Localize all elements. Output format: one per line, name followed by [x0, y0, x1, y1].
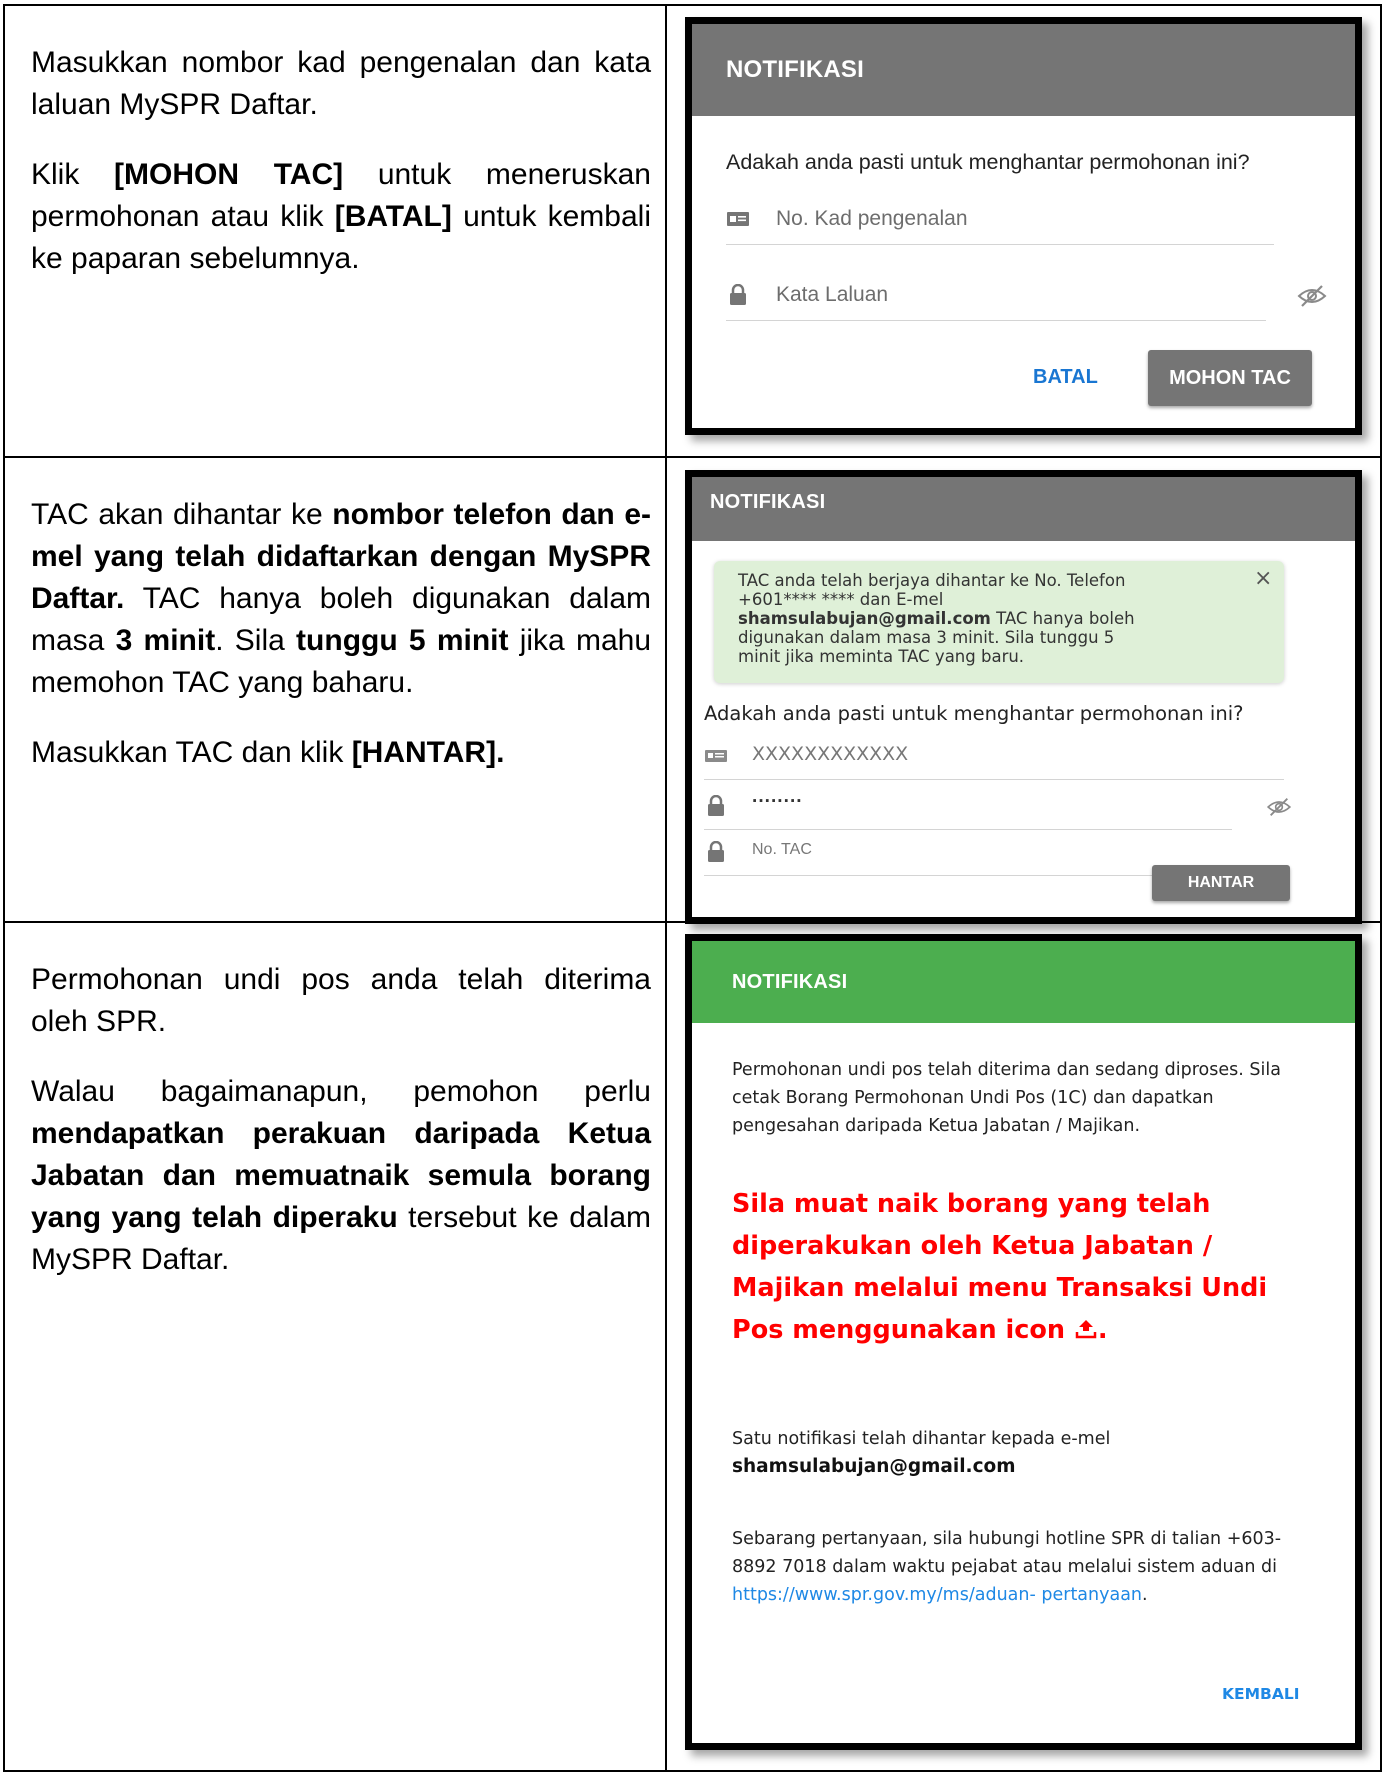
dialog-header: NOTIFIKASI [692, 941, 1355, 1023]
id-card-icon [727, 212, 749, 226]
kembali-button[interactable]: KEMBALI [1222, 1685, 1299, 1703]
password-placeholder: Kata Laluan [776, 283, 889, 306]
tac-sent-alert: TAC anda telah berjaya dihantar ke No. T… [714, 561, 1284, 683]
hantar-ref: [HANTAR]. [351, 736, 505, 769]
dialog-header: NOTIFIKASI [692, 477, 1355, 541]
row1-paragraph-1: Masukkan nombor kad pengenalan dan kata … [31, 42, 651, 126]
dialog-question: Adakah anda pasti untuk menghantar permo… [704, 702, 1244, 725]
text: pertanyaan [1041, 1585, 1143, 1605]
alert-line-5: minit jika meminta TAC yang baru. [738, 647, 1025, 666]
batal-ref: [BATAL] [334, 200, 452, 233]
text: . [1097, 1315, 1108, 1345]
ic-number-field[interactable]: XXXXXXXXXXXX [704, 733, 1284, 780]
lock-icon [730, 284, 746, 305]
text: TAC akan dihantar ke [31, 498, 333, 531]
row1-paragraph-2: Klik [MOHON TAC] untuk meneruskan permoh… [31, 154, 651, 280]
ic-number-field[interactable]: No. Kad pengenalan [726, 196, 1274, 245]
row3-paragraph-2: Walau bagaimanapun, pemohon perlu mendap… [31, 1071, 651, 1281]
alert-close-icon[interactable]: × [1254, 568, 1272, 590]
eye-off-icon[interactable] [1297, 284, 1327, 308]
row1-p1-text: Masukkan nombor kad pengenalan dan kata … [31, 46, 651, 121]
notification-dialog-tac-entry: NOTIFIKASI TAC anda telah berjaya dihant… [685, 470, 1362, 924]
dialog-header: NOTIFIKASI [692, 24, 1355, 116]
text: . Sila [215, 624, 297, 657]
notif-line: Satu notifikasi telah dihantar kepada e-… [732, 1429, 1111, 1449]
row2-paragraph-2: Masukkan TAC dan klik [HANTAR]. [31, 732, 651, 774]
alert-line-3-rest: TAC hanya boleh [990, 609, 1135, 628]
upload-warning: Sila muat naik borang yang telah diperak… [732, 1183, 1325, 1351]
mohon-tac-button[interactable]: MOHON TAC [1148, 350, 1312, 406]
row1-instructions: Masukkan nombor kad pengenalan dan kata … [3, 4, 667, 458]
tac-placeholder: No. TAC [752, 841, 812, 858]
row2-instructions: TAC akan dihantar ke nombor telefon dan … [3, 456, 667, 923]
text: Masukkan TAC dan klik [31, 736, 352, 769]
warning-line-2: diperakukan oleh Ketua Jabatan / [732, 1231, 1213, 1261]
text: Permohonan undi pos anda telah diterima … [31, 963, 651, 1038]
alert-line-1: TAC anda telah berjaya dihantar ke No. T… [738, 571, 1126, 590]
wait-five-minute-emphasis: tunggu 5 minit [296, 624, 509, 657]
password-field[interactable]: ········ [704, 783, 1232, 830]
text: Klik [31, 158, 115, 191]
row3-paragraph-1: Permohonan undi pos anda telah diterima … [31, 959, 651, 1043]
success-message: Permohonan undi pos telah diterima dan s… [732, 1060, 1281, 1136]
lock-icon [708, 841, 724, 862]
alert-line-4: digunakan dalam masa 3 minit. Sila tungg… [738, 628, 1115, 647]
hantar-button[interactable]: HANTAR [1152, 865, 1290, 901]
eye-off-icon[interactable] [1266, 797, 1292, 817]
warning-line-3: Majikan melalui menu Transaksi Undi [732, 1273, 1268, 1303]
text: Walau bagaimanapun, pemohon perlu [31, 1075, 651, 1108]
text: Sebarang pertanyaan, sila hubungi hotlin… [732, 1529, 1282, 1577]
ic-number-placeholder: No. Kad pengenalan [776, 207, 968, 230]
password-field[interactable]: Kata Laluan [726, 272, 1266, 321]
instruction-table: Masukkan nombor kad pengenalan dan kata … [3, 4, 1382, 1772]
ic-number-value: XXXXXXXXXXXX [752, 743, 909, 765]
dialog-question: Adakah anda pasti untuk menghantar permo… [726, 150, 1250, 174]
password-value: ········ [752, 791, 803, 812]
warning-line-4: Pos menggunakan icon . [732, 1309, 1325, 1351]
batal-button[interactable]: BATAL [1033, 366, 1098, 389]
row2-screenshot: NOTIFIKASI TAC anda telah berjaya dihant… [665, 456, 1382, 924]
notif-email: shamsulabujan@gmail.com [732, 1456, 1016, 1477]
alert-line-3: shamsulabujan@gmail.com TAC hanya boleh [738, 609, 1135, 628]
warning-line-1: Sila muat naik borang yang telah [732, 1189, 1211, 1219]
alert-email: shamsulabujan@gmail.com [738, 609, 991, 628]
notification-dialog-success: NOTIFIKASI Permohonan undi pos telah dit… [685, 934, 1362, 1750]
complaint-link[interactable]: https://www.spr.gov.my/ms/aduan- pertany… [732, 1585, 1142, 1605]
mohon-tac-ref: [MOHON TAC] [114, 158, 344, 191]
notification-dialog-tac-request: NOTIFIKASI Adakah anda pasti untuk mengh… [685, 17, 1362, 435]
row2-paragraph-1: TAC akan dihantar ke nombor telefon dan … [31, 494, 651, 704]
row3-instructions: Permohonan undi pos anda telah diterima … [3, 921, 667, 1772]
text: Pos menggunakan icon [732, 1315, 1074, 1345]
upload-icon [1075, 1320, 1097, 1339]
three-minute-emphasis: 3 minit [115, 624, 216, 657]
lock-icon [708, 795, 724, 816]
row3-screenshot: NOTIFIKASI Permohonan undi pos telah dit… [665, 921, 1382, 1772]
id-card-icon [705, 750, 727, 762]
row1-screenshot: NOTIFIKASI Adakah anda pasti untuk mengh… [665, 4, 1382, 458]
contact-info: Sebarang pertanyaan, sila hubungi hotlin… [732, 1525, 1315, 1609]
alert-line-2: +601**** **** dan E-mel [738, 590, 944, 609]
text: https://www.spr.gov.my/ms/aduan- [732, 1585, 1036, 1605]
email-notification: Satu notifikasi telah dihantar kepada e-… [732, 1425, 1315, 1481]
text: . [1142, 1585, 1148, 1605]
